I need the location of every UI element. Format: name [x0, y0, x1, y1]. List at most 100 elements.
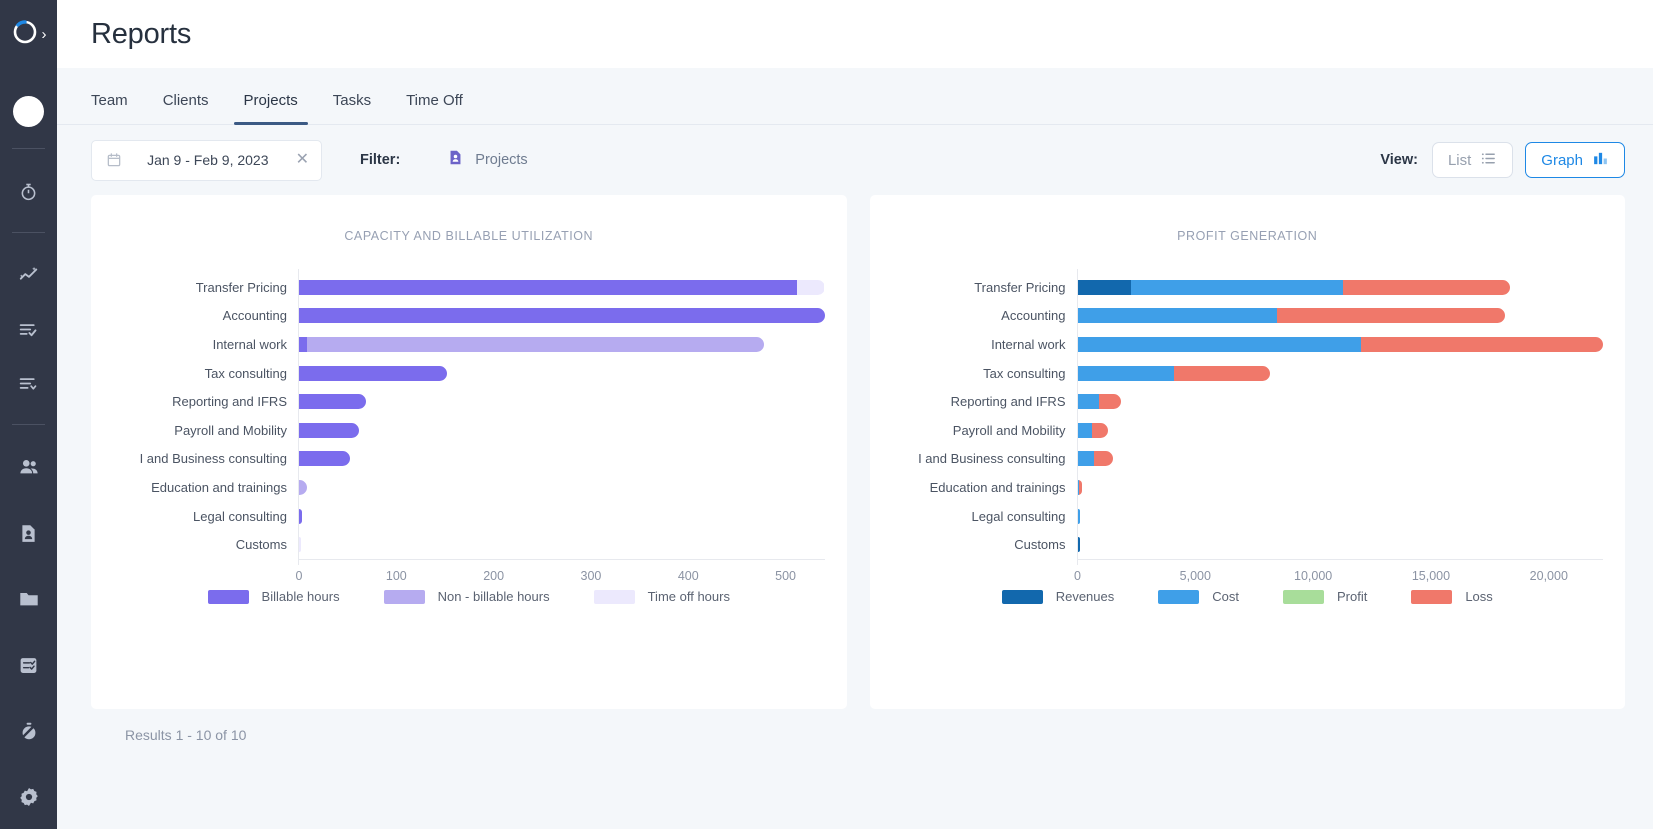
bar-segment	[299, 394, 367, 410]
bar-row[interactable]	[1077, 445, 1604, 474]
chart-plot-area: Transfer Pricing Accounting Internal work T…	[113, 269, 825, 583]
chart-legend: Billable hours Non - billable hours Time o…	[113, 589, 825, 604]
sidebar-item-projects[interactable]	[9, 579, 49, 619]
tab-tasks[interactable]: Tasks	[333, 93, 371, 124]
graph-view-button[interactable]: Graph	[1525, 142, 1625, 178]
legend-item[interactable]: Billable hours	[207, 589, 340, 604]
sidebar: ›	[0, 0, 57, 829]
y-axis-label: Payroll and Mobility	[952, 422, 1066, 438]
chart-title: PROFIT GENERATION	[1177, 229, 1318, 243]
bar-segment	[1342, 279, 1510, 295]
avatar[interactable]	[13, 96, 44, 127]
sidebar-item-settings[interactable]	[9, 777, 49, 817]
legend-item[interactable]: Loss	[1411, 589, 1493, 604]
sidebar-item-clients[interactable]	[9, 513, 49, 553]
list-view-label: List	[1447, 151, 1472, 169]
bar-segment	[1079, 479, 1083, 495]
legend-swatch	[207, 589, 249, 604]
x-axis-tick-label: 20,000	[1529, 568, 1568, 583]
bar-segment	[1098, 394, 1122, 410]
chart-card-0: CAPACITY AND BILLABLE UTILIZATION Transfe…	[91, 195, 847, 709]
sidebar-item-time-off[interactable]	[9, 711, 49, 751]
sidebar-item-tasks[interactable]	[9, 309, 49, 349]
bar-segment	[1077, 508, 1080, 524]
legend-item[interactable]: Non - billable hours	[383, 589, 550, 604]
bar-segment	[1077, 308, 1277, 324]
toolbar: Jan 9 - Feb 9, 2023 ✕ Filter: Projects V…	[57, 125, 1653, 195]
x-axis-tick-label: 400	[677, 568, 699, 583]
bar-segment	[1077, 394, 1099, 410]
y-axis-label: I and Business consulting	[918, 451, 1066, 467]
sidebar-item-list[interactable]	[9, 363, 49, 403]
bar-row[interactable]	[299, 416, 825, 445]
legend-item[interactable]: Cost	[1158, 589, 1239, 604]
bar-row[interactable]	[1077, 273, 1604, 302]
legend-swatch	[1411, 589, 1453, 604]
bar-row[interactable]	[1077, 302, 1604, 331]
chart-cards: CAPACITY AND BILLABLE UTILIZATION Transfe…	[91, 195, 1625, 709]
bar-row[interactable]	[1077, 330, 1604, 359]
legend-item[interactable]: Time off hours	[593, 589, 730, 604]
date-range-picker[interactable]: Jan 9 - Feb 9, 2023 ✕	[91, 139, 322, 181]
sidebar-item-analytics[interactable]	[9, 255, 49, 295]
bar-segment	[1077, 365, 1175, 381]
bar-row[interactable]	[299, 387, 825, 416]
sidebar-item-timer[interactable]	[9, 171, 49, 211]
app-logo[interactable]: ›	[0, 14, 57, 54]
view-label: View:	[1380, 152, 1418, 168]
page-title: Reports	[91, 17, 192, 50]
list-view-button[interactable]: List	[1431, 142, 1514, 178]
x-axis-ticks: 0 100 200 300 400 500	[296, 560, 825, 586]
tab-projects[interactable]: Projects	[233, 93, 308, 125]
calendar-icon	[106, 152, 122, 168]
bar-segment	[1091, 422, 1109, 438]
y-axis-label: Tax consulting	[204, 365, 287, 381]
bar-row[interactable]	[299, 530, 825, 559]
chart-legend: Revenues Cost Profit Loss	[892, 589, 1604, 604]
bar-row[interactable]	[299, 273, 825, 302]
bar-segment	[1077, 336, 1362, 352]
filter-projects-chip[interactable]: Projects	[447, 149, 528, 171]
bar-row[interactable]	[1077, 502, 1604, 531]
bars-container: 0 100 200 300 400 500	[296, 269, 825, 583]
sidebar-item-team[interactable]	[9, 447, 49, 487]
legend-swatch	[1158, 589, 1200, 604]
legend-label: Billable hours	[261, 589, 340, 604]
results-count: Results 1 - 10 of 10	[125, 727, 247, 743]
bar-row[interactable]	[1077, 416, 1604, 445]
bar-row[interactable]	[1077, 530, 1604, 559]
sidebar-item-reports[interactable]	[9, 645, 49, 685]
bar-row[interactable]	[299, 473, 825, 502]
legend-item[interactable]: Revenues	[1001, 589, 1114, 604]
bar-segment	[306, 336, 765, 352]
close-x-icon[interactable]: ✕	[294, 152, 311, 168]
bar-row[interactable]	[299, 302, 825, 331]
bar-row[interactable]	[1077, 359, 1604, 388]
sidebar-divider-3	[12, 424, 45, 425]
legend-item[interactable]: Profit	[1282, 589, 1367, 604]
bar-row[interactable]	[299, 359, 825, 388]
bar-row[interactable]	[299, 445, 825, 474]
y-axis-label: Internal work	[212, 336, 287, 352]
bar-segment	[299, 308, 825, 324]
tab-team[interactable]: Team	[91, 93, 128, 124]
bar-row[interactable]	[299, 502, 825, 531]
filter-label: Filter:	[360, 152, 401, 168]
sidebar-divider-1	[12, 148, 45, 149]
chevron-right-icon[interactable]: ›	[42, 27, 47, 42]
y-axis-label: Accounting	[1001, 308, 1066, 324]
y-axis-label: Reporting and IFRS	[172, 394, 287, 410]
y-axis-label: Reporting and IFRS	[950, 394, 1066, 410]
bar-row[interactable]	[1077, 387, 1604, 416]
tab-time-off[interactable]: Time Off	[406, 93, 463, 124]
x-axis-tick-label: 10,000	[1294, 568, 1333, 583]
bar-segment	[299, 422, 360, 438]
y-axis-label: Education and trainings	[929, 479, 1066, 495]
bar-row[interactable]	[299, 330, 825, 359]
tab-clients[interactable]: Clients	[163, 93, 209, 124]
x-axis-tick-label: 15,000	[1411, 568, 1451, 583]
bar-segment	[1361, 336, 1603, 352]
bar-chart-icon	[1592, 150, 1609, 171]
chart-card-1: PROFIT GENERATION Transfer Pricing Account…	[869, 195, 1625, 709]
bar-row[interactable]	[1077, 473, 1604, 502]
